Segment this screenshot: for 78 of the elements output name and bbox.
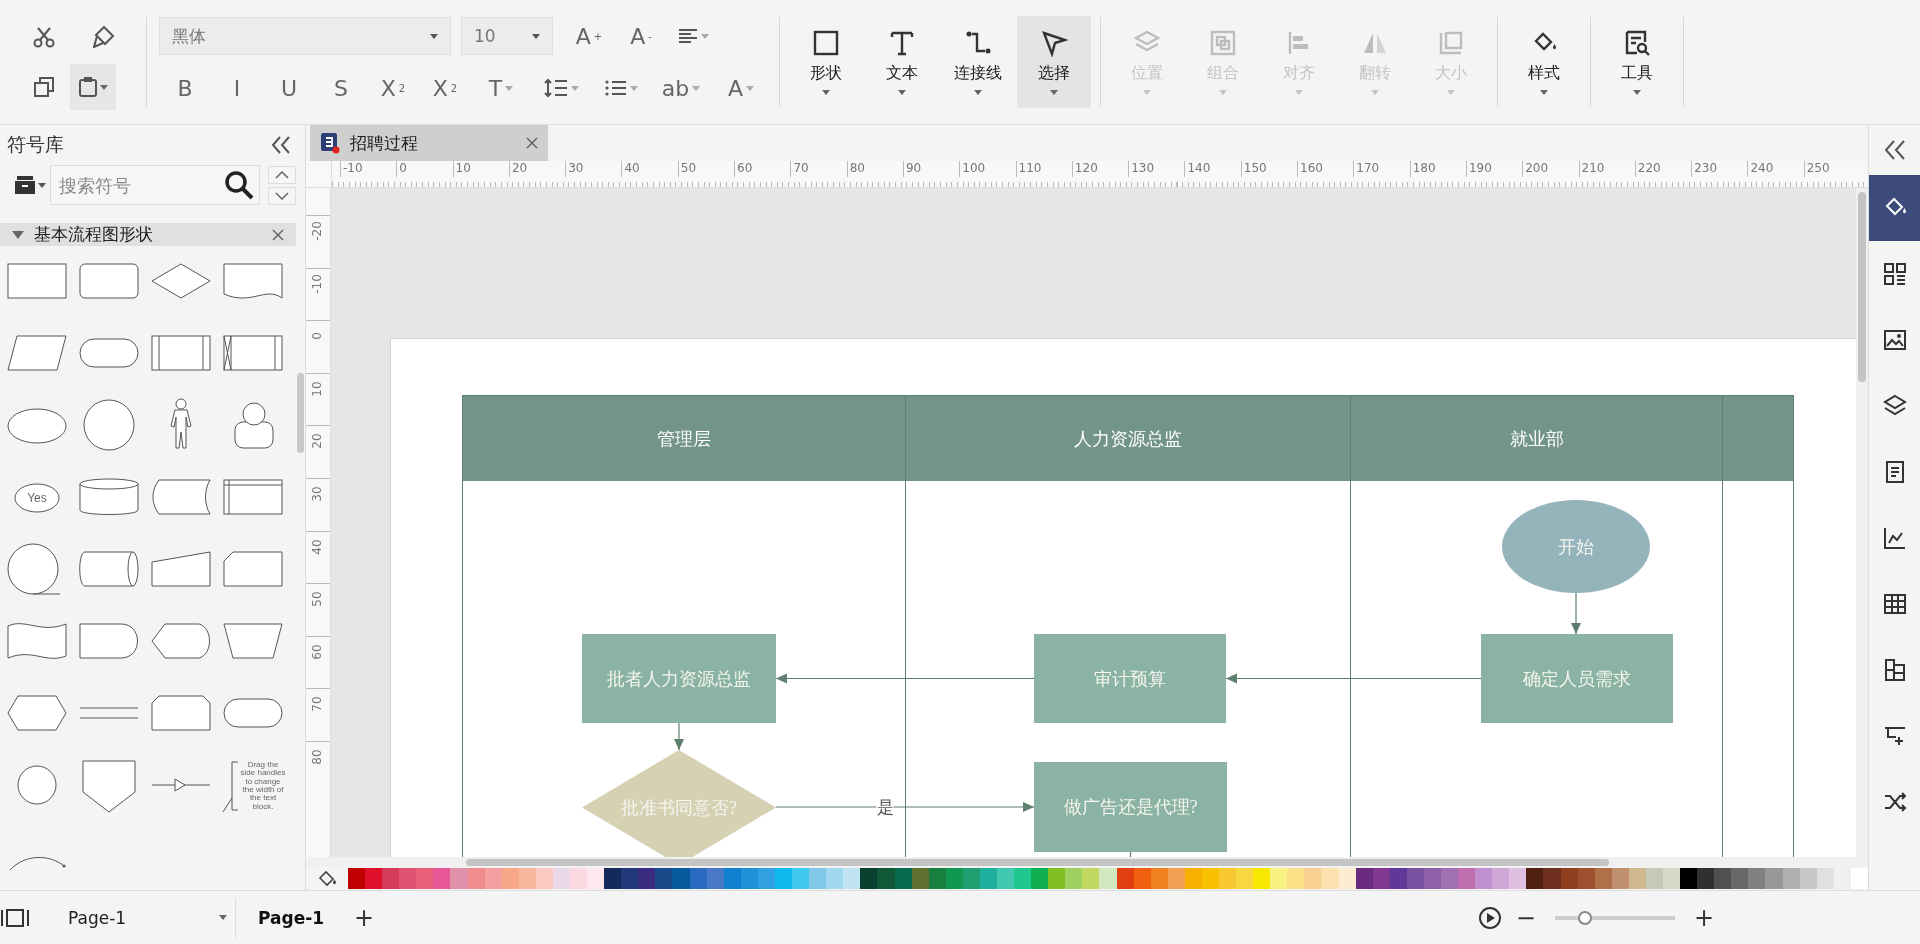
- ruler-label: 220: [1634, 161, 1692, 177]
- ruler-label: 30: [310, 485, 324, 504]
- category-header[interactable]: 基本流程图形状: [0, 223, 296, 246]
- ruler-label: 140: [1184, 161, 1241, 177]
- ellipse-node: 开始: [1502, 500, 1650, 593]
- toolbar-tool-button[interactable]: 连接线: [941, 16, 1015, 108]
- ruler-label: 70: [790, 161, 847, 177]
- ruler-label: 150: [1240, 161, 1298, 177]
- format-button[interactable]: T: [471, 69, 531, 107]
- toolbar-tool-button[interactable]: 选择: [1017, 16, 1091, 108]
- format-button[interactable]: I: [211, 69, 263, 107]
- ruler-label: 30: [565, 161, 622, 177]
- ruler-label: -10: [310, 272, 324, 296]
- category-title: 基本流程图形状: [34, 223, 154, 246]
- ruler-label: 210: [1578, 161, 1635, 177]
- format-button[interactable]: A: [711, 69, 771, 107]
- lane-header: 就业部: [1351, 396, 1722, 481]
- ruler-label: 50: [310, 590, 324, 609]
- ruler-label: 40: [310, 537, 324, 557]
- lane-header: 人力资源总监: [906, 396, 1350, 481]
- ruler-label: 160: [1297, 161, 1354, 177]
- ruler-label: 180: [1409, 161, 1466, 177]
- zoom-in-button[interactable]: +: [1687, 903, 1720, 932]
- ruler-label: 190: [1465, 161, 1523, 177]
- ruler-label: 230: [1691, 161, 1748, 177]
- panel-title: 符号库: [7, 132, 64, 157]
- toolbar-tool-button[interactable]: 工具: [1600, 16, 1674, 108]
- ruler-label: 200: [1522, 161, 1579, 177]
- ruler-label: -10: [340, 161, 397, 177]
- ruler-label: 60: [310, 643, 324, 662]
- add-page-button[interactable]: +: [348, 903, 381, 932]
- ruler-label: 120: [1071, 161, 1129, 177]
- ruler-label: 110: [1015, 161, 1072, 177]
- ruler-label: 70: [310, 695, 324, 714]
- font-size-step-button[interactable]: A$^{+}$: [563, 17, 615, 55]
- format-button[interactable]: B: [159, 69, 211, 107]
- format-button[interactable]: X$^{2}$: [367, 69, 419, 107]
- toolbar-tool-button[interactable]: 形状: [789, 16, 863, 108]
- decision-node: 批准书同意否?: [582, 750, 776, 857]
- ruler-label: 100: [959, 161, 1016, 177]
- ruler-label: 10: [452, 161, 509, 177]
- ruler-label: 60: [734, 161, 791, 177]
- ruler-label: 50: [677, 161, 735, 177]
- ruler-label: 10: [310, 380, 324, 399]
- ruler-label: 170: [1353, 161, 1410, 177]
- font-size-step-button[interactable]: A$^{-}$: [615, 17, 667, 55]
- zoom-out-button[interactable]: −: [1509, 903, 1542, 932]
- format-button[interactable]: U: [263, 69, 315, 107]
- process-node: 审计预算: [1034, 634, 1226, 723]
- lane-header: 管理层: [463, 396, 905, 481]
- page-select[interactable]: Page-1: [68, 897, 236, 938]
- connector-label: 是: [876, 798, 894, 816]
- ruler-label: 20: [310, 432, 324, 451]
- ruler-label: 0: [396, 161, 453, 177]
- font-family-select[interactable]: 黑体: [159, 17, 451, 55]
- ruler-label: 90: [902, 161, 960, 177]
- process-node: 确定人员需求: [1481, 634, 1673, 723]
- ruler-label: 250: [1803, 161, 1860, 177]
- document-title: 招聘过程: [350, 131, 419, 155]
- ruler-label: 20: [508, 161, 566, 177]
- toolbar-tool-button[interactable]: 文本: [865, 16, 939, 108]
- shape-label: Yes: [27, 491, 47, 505]
- process-node: 批者人力资源总监: [582, 634, 776, 723]
- font-size-select[interactable]: 10: [461, 17, 553, 55]
- page-tab[interactable]: Page-1: [252, 906, 331, 929]
- ruler-label: 240: [1747, 161, 1804, 177]
- format-button[interactable]: ab: [651, 69, 711, 107]
- ruler-label: -20: [310, 220, 324, 243]
- search-field[interactable]: 搜索符号: [50, 165, 260, 205]
- ruler-label: 40: [621, 161, 678, 177]
- ruler-label: 80: [310, 748, 324, 767]
- ruler-label: 80: [846, 161, 903, 177]
- process-node: 做广告还是代理?: [1034, 762, 1227, 852]
- ruler-label: 130: [1128, 161, 1185, 177]
- document-tab[interactable]: 招聘过程: [310, 125, 548, 161]
- toolbar-tool-button[interactable]: 样式: [1507, 16, 1581, 108]
- format-button[interactable]: S: [315, 69, 367, 107]
- ruler-label: 0: [310, 331, 324, 342]
